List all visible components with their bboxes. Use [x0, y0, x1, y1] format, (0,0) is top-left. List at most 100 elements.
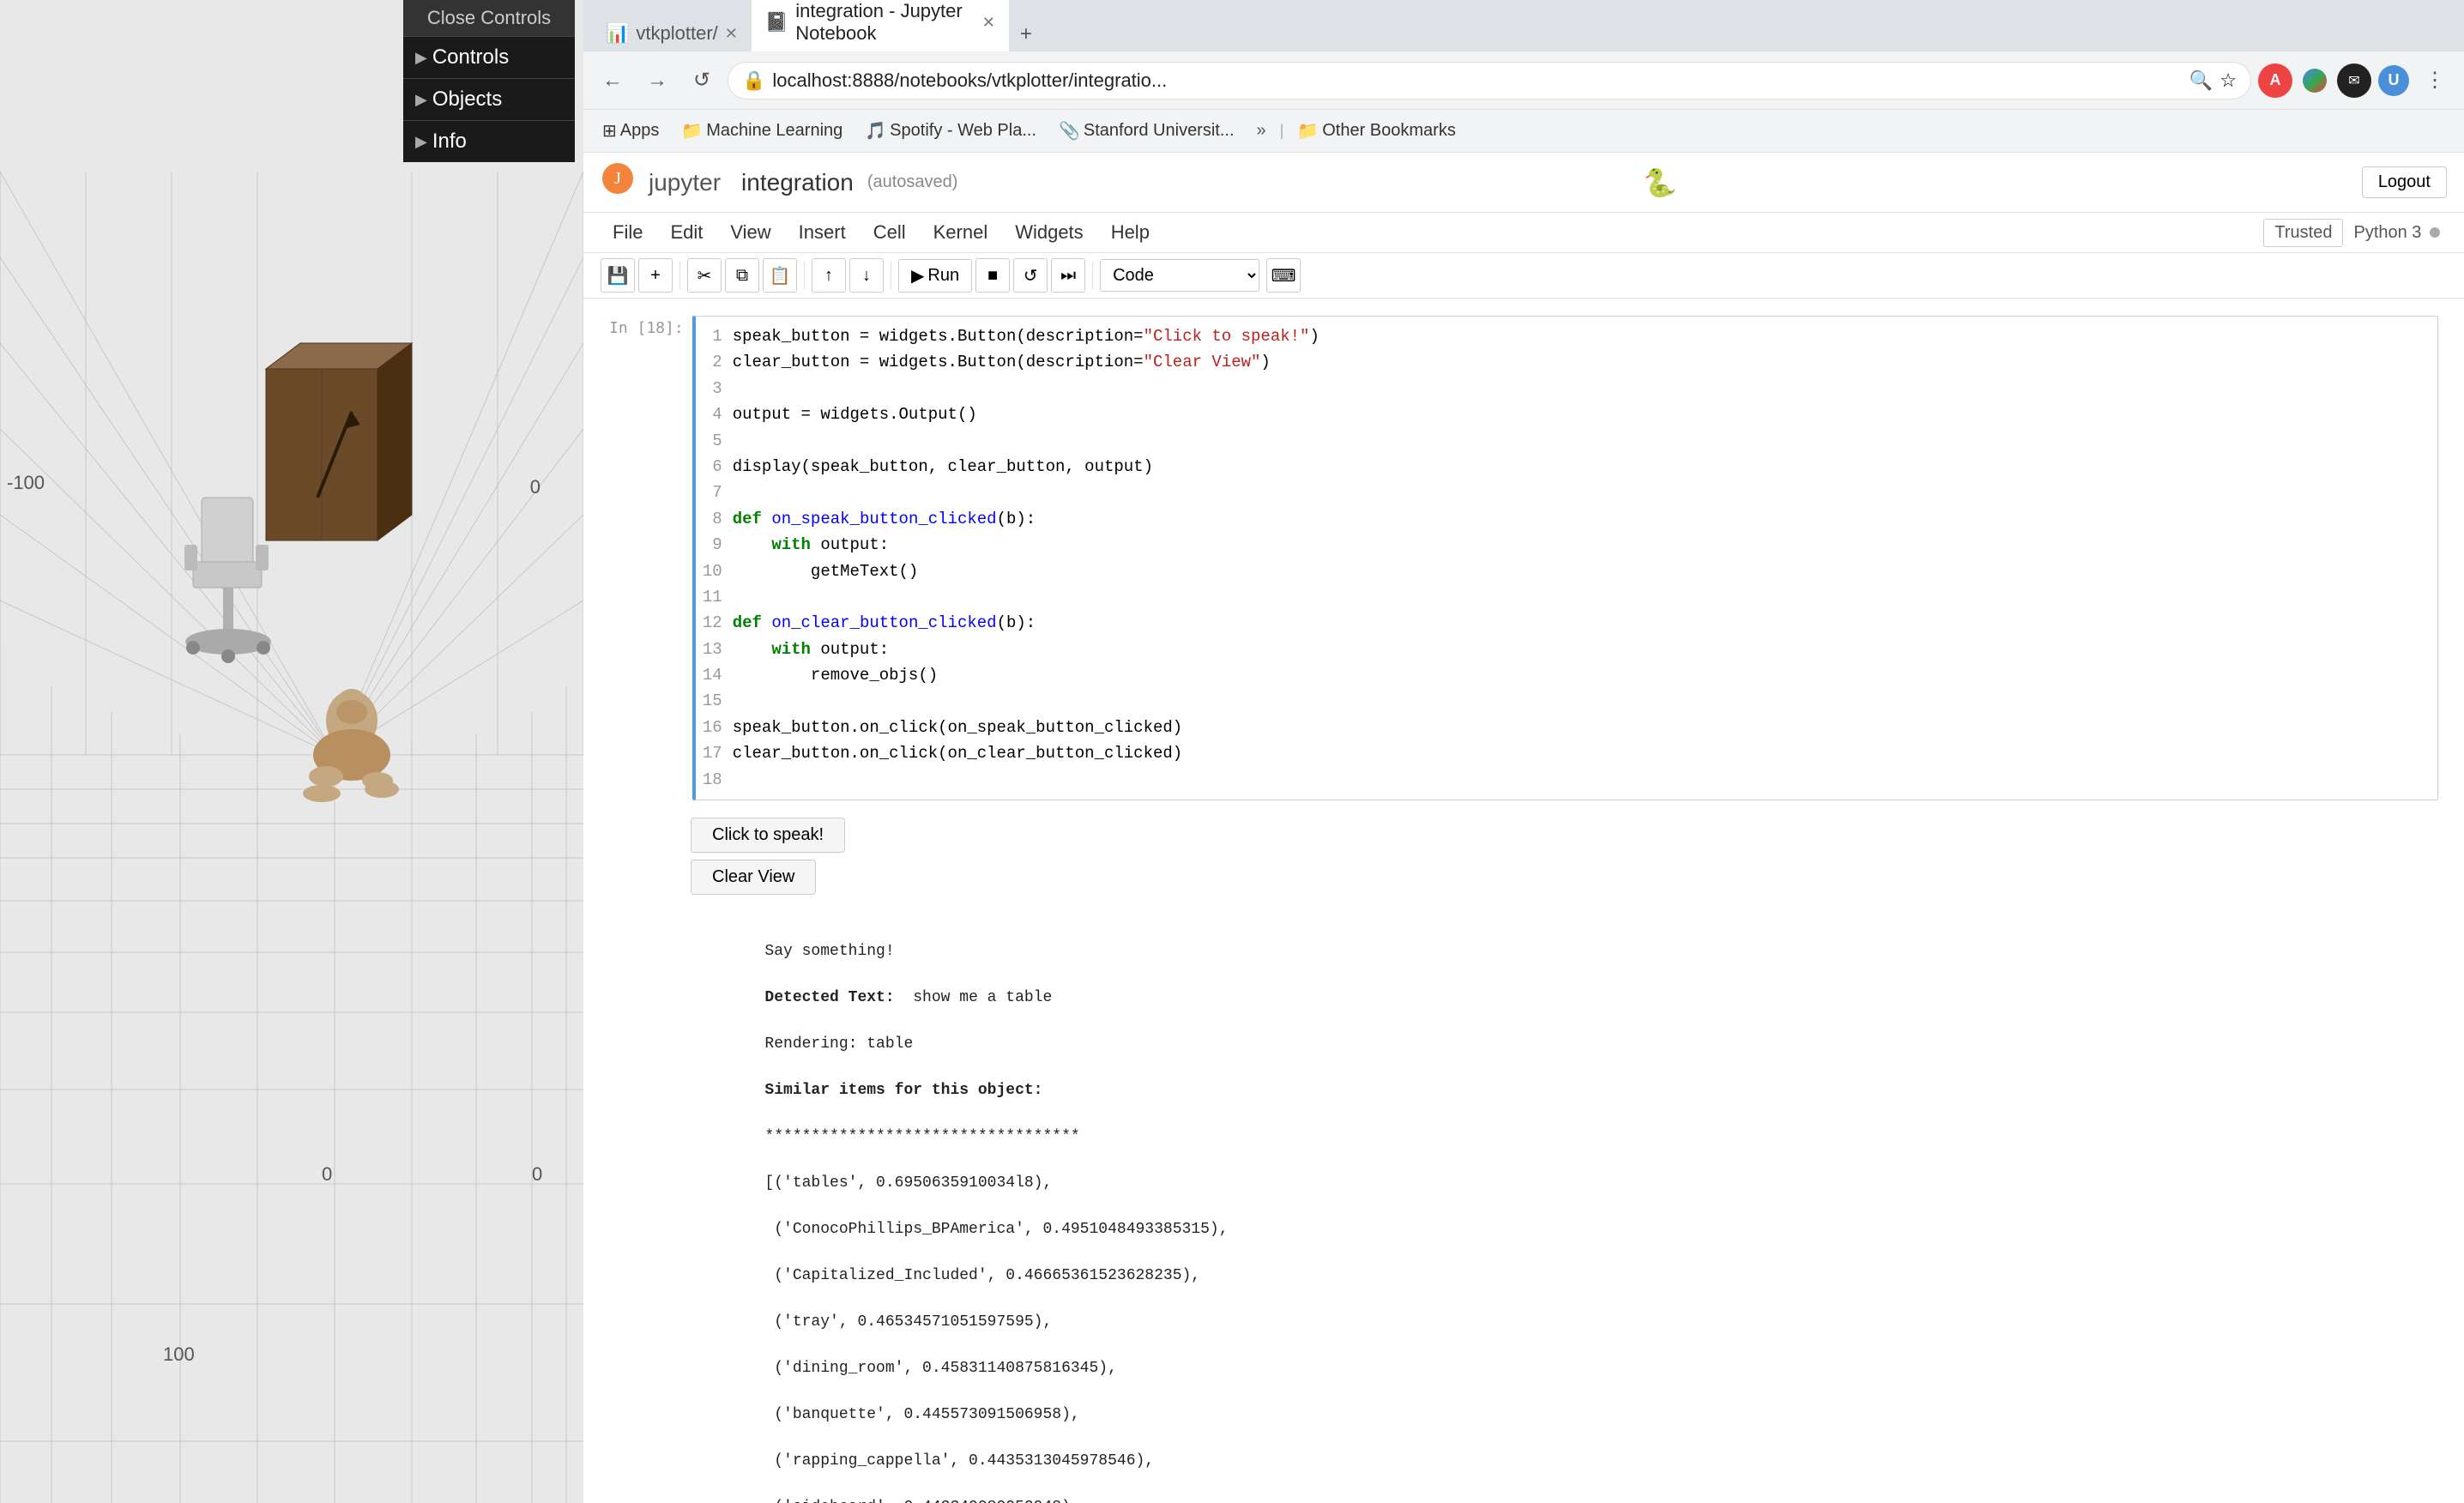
axis-label-0-floor1: 0: [322, 1163, 332, 1186]
line-num-2: 2: [703, 349, 733, 375]
menu-view[interactable]: View: [718, 216, 782, 249]
line-code-7: [733, 480, 2431, 505]
bookmark-apps[interactable]: ⊞ Apps: [594, 117, 667, 145]
tab-vtkplotter[interactable]: 📊 vtkplotter/ ✕: [592, 15, 752, 51]
tab-jupyter-label: integration - Jupyter Notebook: [795, 0, 975, 45]
tab-vtkplotter-favicon: 📊: [606, 22, 629, 45]
tab-jupyter-close[interactable]: ✕: [982, 14, 995, 32]
run-button[interactable]: ▶ Run: [898, 259, 972, 293]
menu-cell[interactable]: Cell: [861, 216, 918, 249]
line-num-10: 10: [703, 558, 733, 584]
output-line-8: ('Capitalized_Included', 0.4666536152362…: [764, 1267, 1200, 1284]
bookmark-spotify[interactable]: 🎵 Spotify - Web Pla...: [856, 117, 1045, 145]
code-line-6: 6 display(speak_button, clear_button, ou…: [703, 454, 2431, 480]
line-code-8: def on_speak_button_clicked(b):: [733, 506, 2431, 532]
restart-run-button[interactable]: ⏭: [1051, 258, 1085, 293]
output-line-10: ('dining_room', 0.45831140875816345),: [764, 1360, 1116, 1377]
new-tab-button[interactable]: +: [1009, 17, 1043, 51]
axis-label-neg100: -100: [7, 472, 45, 494]
menu-edit[interactable]: Edit: [658, 216, 715, 249]
tab-vtkplotter-close[interactable]: ✕: [725, 25, 738, 43]
menu-file[interactable]: File: [601, 216, 655, 249]
code-line-4: 4 output = widgets.Output(): [703, 401, 2431, 427]
bookmark-stanford[interactable]: 📎 Stanford Universit...: [1050, 117, 1243, 145]
line-code-18-empty: [733, 767, 2431, 793]
move-down-button[interactable]: ↓: [849, 258, 884, 293]
objects-menu-item[interactable]: ▶ Objects: [403, 78, 575, 120]
insert-cell-button[interactable]: +: [638, 258, 673, 293]
bookmark-other[interactable]: 📁 Other Bookmarks: [1289, 117, 1465, 145]
menu-help[interactable]: Help: [1099, 216, 1162, 249]
line-code-5: [733, 428, 2431, 454]
cell-body-18[interactable]: 1 speak_button = widgets.Button(descript…: [692, 316, 2438, 800]
bookmark-other-icon: 📁: [1297, 120, 1319, 142]
axis-label-0-floor2: 0: [532, 1163, 542, 1186]
bookmark-ml[interactable]: 📁 Machine Learning: [673, 117, 851, 145]
bookmark-apps-label: Apps: [620, 121, 660, 141]
save-button[interactable]: 💾: [601, 258, 635, 293]
menu-widgets[interactable]: Widgets: [1003, 216, 1095, 249]
line-num-11: 11: [703, 584, 733, 610]
line-num-1: 1: [703, 323, 733, 349]
bookmark-more[interactable]: »: [1248, 118, 1275, 144]
keyboard-shortcuts-button[interactable]: ⌨: [1266, 258, 1301, 293]
browser-toolbar: ← → ↺ 🔒 localhost:8888/notebooks/vtkplot…: [583, 51, 2464, 110]
menu-kernel[interactable]: Kernel: [921, 216, 1000, 249]
browser-panel: 📊 vtkplotter/ ✕ 📓 integration - Jupyter …: [583, 0, 2464, 1503]
jupyter-content: J jupyter integration (autosaved) 🐍 Logo…: [583, 153, 2464, 1503]
code-line-2: 2 clear_button = widgets.Button(descript…: [703, 349, 2431, 375]
kernel-name: Python 3: [2353, 223, 2421, 242]
menu-insert[interactable]: Insert: [787, 216, 858, 249]
3d-cabinet: [266, 343, 412, 540]
paste-cell-button[interactable]: 📋: [763, 258, 797, 293]
output-line-6: [('tables', 0.6950635910034l8),: [764, 1174, 1052, 1192]
ext-icon-3[interactable]: ✉: [2337, 63, 2371, 98]
forward-button[interactable]: →: [638, 62, 676, 100]
info-menu-item[interactable]: ▶ Info: [403, 120, 575, 162]
copy-cell-button[interactable]: ⧉: [725, 258, 759, 293]
clear-view-widget-button[interactable]: Clear View: [691, 860, 816, 895]
code-cell-18: In [18]: 1 speak_button = widgets.Button…: [609, 316, 2438, 800]
3d-viewport[interactable]: Close Controls ▶ Controls ▶ Objects ▶ In…: [0, 0, 583, 1503]
controls-menu-item[interactable]: ▶ Controls: [403, 36, 575, 78]
line-code-4: output = widgets.Output(): [733, 401, 2431, 427]
ext-icon-2[interactable]: [2298, 63, 2332, 98]
tab-jupyter[interactable]: 📓 integration - Jupyter Notebook ✕: [752, 0, 1009, 51]
cell-type-select[interactable]: Code Markdown Raw NBConvert: [1100, 259, 1259, 292]
address-bar[interactable]: 🔒 localhost:8888/notebooks/vtkplotter/in…: [728, 62, 2251, 100]
line-code-2: clear_button = widgets.Button(descriptio…: [733, 349, 2431, 375]
output-line-1: Say something!: [764, 943, 894, 960]
line-num-15: 15: [703, 688, 733, 714]
notebook-title[interactable]: integration: [741, 169, 854, 196]
viewport-3d-panel: Close Controls ▶ Controls ▶ Objects ▶ In…: [0, 0, 583, 1503]
code-line-12: 12 def on_clear_button_clicked(b):: [703, 610, 2431, 636]
line-num-7: 7: [703, 480, 733, 505]
stop-button[interactable]: ■: [975, 258, 1010, 293]
bookmark-more-label: »: [1257, 121, 1266, 141]
line-num-16: 16: [703, 715, 733, 740]
more-options-button[interactable]: ⋮: [2416, 62, 2454, 100]
code-line-8: 8 def on_speak_button_clicked(b):: [703, 506, 2431, 532]
line-code-9: with output:: [733, 532, 2431, 558]
click-to-speak-widget-button[interactable]: Click to speak!: [691, 818, 845, 853]
context-menu[interactable]: Close Controls ▶ Controls ▶ Objects ▶ In…: [403, 0, 575, 162]
info-arrow: ▶: [415, 133, 427, 151]
cut-cell-button[interactable]: ✂: [687, 258, 722, 293]
axis-label-0-wall: 0: [530, 476, 541, 498]
output-line-4: Similar items for this object:: [764, 1082, 1042, 1099]
line-code-1: speak_button = widgets.Button(descriptio…: [733, 323, 2431, 349]
reload-button[interactable]: ↺: [683, 62, 721, 100]
code-line-5: 5: [703, 428, 2431, 454]
logout-button[interactable]: Logout: [2362, 166, 2447, 198]
line-code-12: def on_clear_button_clicked(b):: [733, 610, 2431, 636]
back-button[interactable]: ←: [594, 62, 631, 100]
browser-tabs-bar: 📊 vtkplotter/ ✕ 📓 integration - Jupyter …: [583, 0, 2464, 51]
move-up-button[interactable]: ↑: [812, 258, 846, 293]
restart-button[interactable]: ↺: [1013, 258, 1048, 293]
ext-icon-1[interactable]: A: [2258, 63, 2292, 98]
jupyter-logo: J: [601, 161, 635, 203]
output-line-11: ('banquette', 0.445573091506958),: [764, 1406, 1079, 1423]
line-num-8: 8: [703, 506, 733, 532]
cell-prompt-18: In [18]:: [609, 316, 684, 800]
profile-avatar[interactable]: U: [2376, 63, 2411, 98]
